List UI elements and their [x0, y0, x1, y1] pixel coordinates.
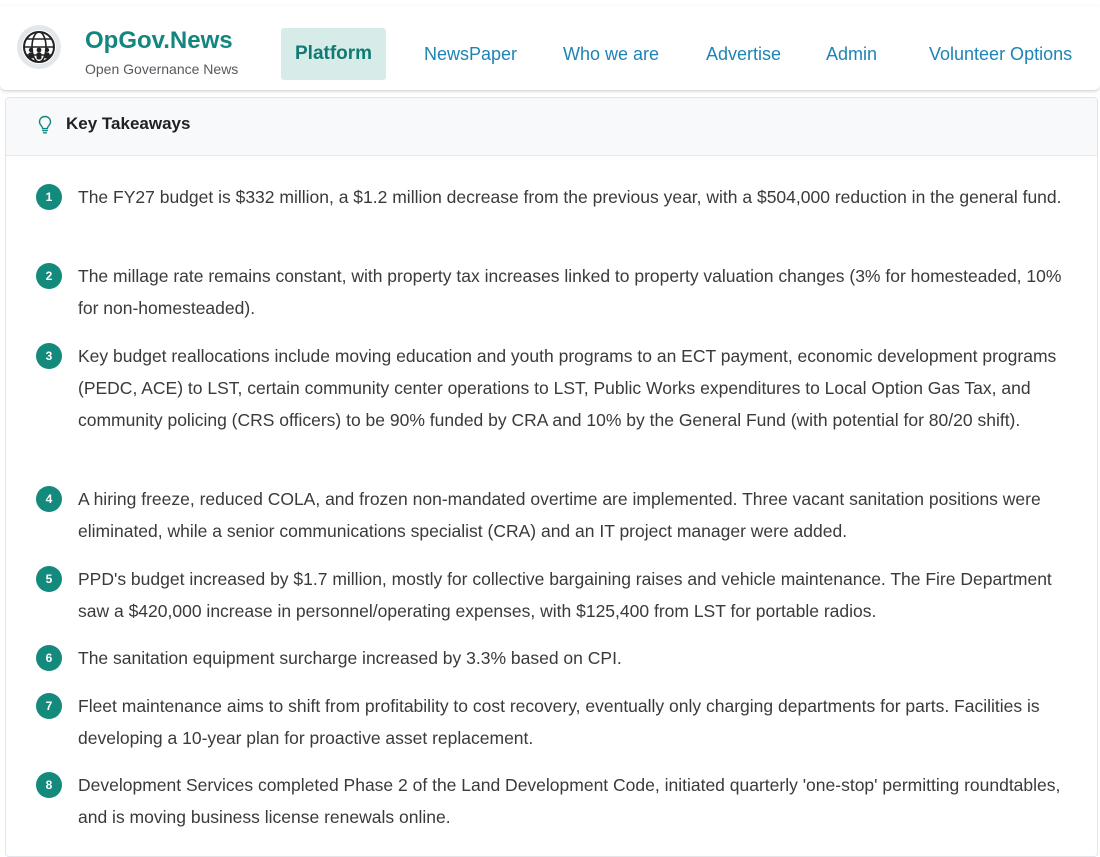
takeaway-text: The FY27 budget is $332 million, a $1.2 … — [78, 187, 1062, 207]
number-badge: 4 — [36, 486, 62, 512]
takeaway-text: Development Services completed Phase 2 o… — [78, 775, 1061, 827]
takeaway-text: The millage rate remains constant, with … — [78, 266, 1062, 318]
takeaway-text: The sanitation equipment surcharge incre… — [78, 648, 622, 668]
nav-item-newspaper[interactable]: NewsPaper — [424, 28, 517, 80]
takeaway-text: A hiring freeze, reduced COLA, and froze… — [78, 489, 1041, 541]
navbar: OpGov.News Open Governance News Platform… — [0, 6, 1100, 91]
nav-item-who-we-are[interactable]: Who we are — [563, 28, 659, 80]
number-badge: 6 — [36, 645, 62, 671]
key-takeaways-card: Key Takeaways 1 The FY27 budget is $332 … — [5, 97, 1098, 857]
nav-item-advertise[interactable]: Advertise — [706, 28, 781, 80]
takeaway-text: PPD's budget increased by $1.7 million, … — [78, 569, 1052, 621]
number-badge: 3 — [36, 343, 62, 369]
takeaway-text: Key budget reallocations include moving … — [78, 346, 1057, 430]
globe-people-logo-icon[interactable] — [16, 24, 62, 70]
number-badge: 8 — [36, 772, 62, 798]
number-badge: 7 — [36, 693, 62, 719]
brand-name[interactable]: OpGov.News — [85, 27, 233, 55]
number-badge: 5 — [36, 566, 62, 592]
nav-item-volunteer-options[interactable]: Volunteer Options — [929, 28, 1072, 80]
brand-tagline: Open Governance News — [85, 61, 239, 77]
card-header: Key Takeaways — [6, 98, 1097, 156]
takeaway-text: Fleet maintenance aims to shift from pro… — [78, 696, 1040, 748]
nav-item-admin[interactable]: Admin — [826, 28, 877, 80]
number-badge: 1 — [36, 184, 62, 210]
nav-item-platform[interactable]: Platform — [281, 28, 387, 80]
card-title: Key Takeaways — [66, 114, 191, 133]
lightbulb-icon — [38, 115, 52, 135]
number-badge: 2 — [36, 263, 62, 289]
